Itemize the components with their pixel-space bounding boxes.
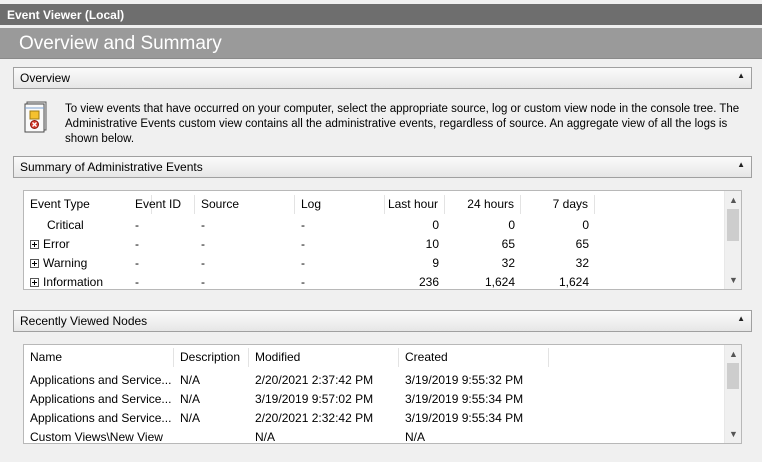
event-source: - (201, 237, 205, 251)
event-id: - (135, 218, 139, 232)
event-log: - (301, 237, 305, 251)
node-name: Custom Views\New View (30, 430, 163, 444)
col-description[interactable]: Description (174, 348, 249, 367)
event-log: - (301, 256, 305, 270)
scroll-up-icon[interactable]: ▲ (725, 347, 741, 361)
node-name: Applications and Service... (30, 411, 172, 425)
node-description: N/A (180, 373, 201, 387)
24-hours-count: 0 (508, 218, 515, 232)
node-description (174, 428, 249, 443)
event-type: Information (43, 275, 104, 289)
7-days-count: 1,624 (558, 275, 589, 289)
recent-header-label: Recently Viewed Nodes (20, 314, 148, 328)
event-source: - (201, 256, 205, 270)
event-id: - (135, 275, 139, 289)
scrollbar-thumb[interactable] (727, 363, 739, 389)
7-days-count: 0 (582, 218, 589, 232)
node-modified: 2/20/2021 2:37:42 PM (255, 373, 374, 387)
node-created: 3/19/2019 9:55:34 PM (405, 411, 524, 425)
scroll-down-icon[interactable]: ▼ (725, 427, 741, 441)
event-log-icon (24, 101, 48, 133)
col-event-id[interactable]: Event ID (129, 195, 195, 214)
summary-header-row: Event Type Event ID Source Log Last hour… (24, 195, 724, 214)
recent-scrollbar[interactable]: ▲ ▼ (724, 345, 741, 443)
last-hour-count: 10 (425, 237, 439, 251)
event-source: - (201, 275, 205, 289)
node-modified: 2/20/2021 2:32:42 PM (255, 411, 374, 425)
event-id: - (135, 237, 139, 251)
7-days-count: 32 (575, 256, 589, 270)
event-type: Error (43, 237, 70, 251)
expand-icon[interactable] (30, 278, 39, 287)
event-type-cell: Error (24, 235, 134, 254)
scrollbar-thumb[interactable] (727, 209, 739, 241)
node-created: 3/19/2019 9:55:34 PM (405, 392, 524, 406)
event-type: Warning (43, 256, 88, 270)
col-7-days[interactable]: 7 days (521, 195, 595, 214)
expand-icon[interactable] (30, 240, 39, 249)
event-type-cell: Information (24, 273, 134, 289)
node-created: 3/19/2019 9:55:32 PM (405, 373, 524, 387)
overview-section-header[interactable]: Overview ▲ (13, 67, 752, 89)
event-type-cell: Warning (24, 254, 134, 273)
7-days-count: 65 (575, 237, 589, 251)
recent-header-row: Name Description Modified Created (24, 348, 724, 367)
last-hour-count: 236 (418, 275, 439, 289)
summary-header-label: Summary of Administrative Events (20, 160, 203, 174)
page-title: Overview and Summary (19, 33, 222, 54)
summary-section-header[interactable]: Summary of Administrative Events ▲ (13, 156, 752, 178)
recent-node-row[interactable]: Custom Views\New View N/A N/A (24, 428, 724, 444)
event-type: Critical (47, 218, 84, 232)
recent-section-header[interactable]: Recently Viewed Nodes ▲ (13, 310, 752, 332)
summary-row-error[interactable]: Error - - - 10 65 65 (24, 235, 724, 254)
recent-node-row[interactable]: Applications and Service... N/A 2/20/202… (24, 371, 724, 390)
event-log: - (301, 275, 305, 289)
summary-scrollbar[interactable]: ▲ ▼ (724, 191, 741, 289)
event-id: - (135, 256, 139, 270)
node-name: Applications and Service... (30, 373, 172, 387)
scroll-up-icon[interactable]: ▲ (725, 193, 741, 207)
last-hour-count: 0 (432, 218, 439, 232)
node-name: Applications and Service... (30, 392, 172, 406)
col-modified[interactable]: Modified (249, 348, 399, 367)
scroll-down-icon[interactable]: ▼ (725, 273, 741, 287)
overview-header-label: Overview (20, 71, 71, 85)
24-hours-count: 1,624 (484, 275, 515, 289)
expand-icon[interactable] (30, 259, 39, 268)
summary-row-critical[interactable]: Critical - - - 0 0 0 (24, 216, 724, 235)
node-modified: 3/19/2019 9:57:02 PM (255, 392, 374, 406)
node-description: N/A (180, 411, 201, 425)
recent-node-row[interactable]: Applications and Service... N/A 2/20/202… (24, 409, 724, 428)
window-title-bar: Event Viewer (Local) (0, 4, 762, 25)
24-hours-count: 65 (501, 237, 515, 251)
summary-table: Event Type Event ID Source Log Last hour… (23, 190, 742, 290)
collapse-icon[interactable]: ▲ (737, 71, 745, 80)
collapse-icon[interactable]: ▲ (737, 314, 745, 323)
last-hour-count: 9 (432, 256, 439, 270)
col-created[interactable]: Created (399, 348, 549, 367)
window-title: Event Viewer (Local) (7, 8, 125, 22)
col-source[interactable]: Source (195, 195, 295, 214)
summary-row-information[interactable]: Information - - - 236 1,624 1,624 (24, 273, 724, 289)
recent-nodes-table: Name Description Modified Created Applic… (23, 344, 742, 444)
summary-row-warning[interactable]: Warning - - - 9 32 32 (24, 254, 724, 273)
24-hours-count: 32 (501, 256, 515, 270)
recent-node-row[interactable]: Applications and Service... N/A 3/19/201… (24, 390, 724, 409)
overview-description: To view events that have occurred on you… (65, 103, 740, 145)
node-description: N/A (180, 392, 201, 406)
collapse-icon[interactable]: ▲ (737, 160, 745, 169)
node-modified: N/A (255, 430, 276, 444)
col-last-hour[interactable]: Last hour (368, 195, 445, 214)
col-24-hours[interactable]: 24 hours (445, 195, 521, 214)
col-name[interactable]: Name (24, 348, 174, 367)
event-source: - (201, 218, 205, 232)
node-created: N/A (405, 430, 426, 444)
page-heading-bar: Overview and Summary (0, 28, 762, 59)
event-log: - (301, 218, 305, 232)
